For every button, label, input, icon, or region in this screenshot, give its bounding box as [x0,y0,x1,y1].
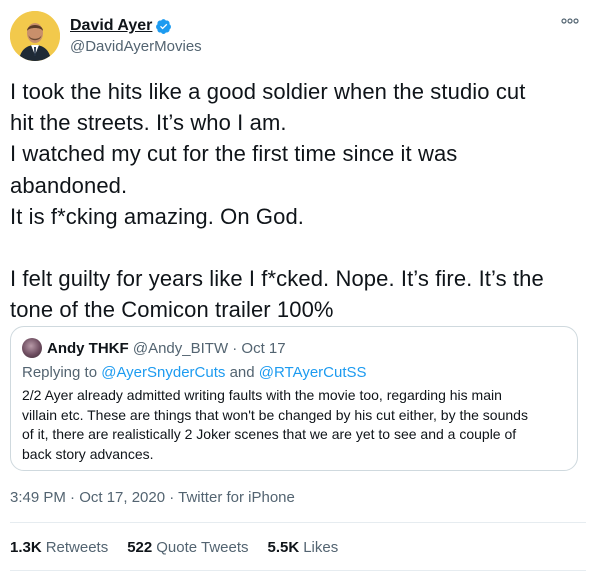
tweet-text-line: hit the streets. It’s who I am. [10,110,287,136]
quoted-text-line: 2/2 Ayer already admitted writing faults… [22,387,502,403]
replying-to-and: and [229,364,255,381]
quote-tweets-count: 522 [127,539,153,556]
tweet-card: David Ayer @DavidAyerMovies I took the h… [0,0,596,572]
replying-to-label: Replying to [22,364,98,381]
quoted-tweet-header: Andy THKF @Andy_BITW · Oct 17 [47,340,286,357]
quoted-author-handle-date: @Andy_BITW · Oct 17 [132,340,286,357]
likes-count: 5.5K [267,539,300,556]
author-name-row: David Ayer [70,16,172,36]
likes-label: Likes [303,539,339,556]
author-avatar[interactable] [10,11,60,61]
quote-tweets-label: Quote Tweets [156,539,249,556]
retweets-count: 1.3K [10,539,42,556]
likes-stat[interactable]: 5.5K Likes [268,539,339,556]
tweet-stats: 1.3K Retweets 522 Quote Tweets 5.5K Likes [10,539,357,556]
tweet-text-line: It is f*cking amazing. On God. [10,203,305,229]
replying-to-mention[interactable]: @AyerSnyderCuts [101,364,225,381]
quoted-text-line: villain etc. These are things that won't… [22,406,528,423]
quoted-author-avatar [22,338,42,358]
tweet-text-line: I watched my cut for the first time sinc… [10,141,458,167]
author-display-name[interactable]: David Ayer [70,17,152,35]
tweet-text-line: I felt guilty for years like I f*cked. N… [10,266,544,292]
author-handle[interactable]: @DavidAyerMovies [70,38,202,55]
quoted-tweet[interactable]: Andy THKF @Andy_BITW · Oct 17 Replying t… [10,326,578,471]
retweets-label: Retweets [45,539,109,556]
quoted-author-name: Andy THKF [47,340,129,357]
more-options-icon[interactable] [560,16,580,26]
tweet-text: I took the hits like a good soldier when… [10,76,588,326]
retweets-stat[interactable]: 1.3K Retweets [10,539,108,556]
quote-tweets-stat[interactable]: 522 Quote Tweets [127,539,248,556]
person-portrait-icon [10,11,60,61]
divider [10,570,586,571]
replying-to-mention[interactable]: @RTAyerCutSS [259,364,367,381]
tweet-text-line: I took the hits like a good soldier when… [10,79,526,104]
quoted-text-line: of it, there are realistically 2 Joker s… [22,426,517,443]
tweet-text-line: abandoned. [10,172,128,198]
quoted-replying-to: Replying to @AyerSnyderCuts and @RTAyerC… [22,364,367,381]
tweet-timestamp[interactable]: 3:49 PM · Oct 17, 2020 · Twitter for iPh… [10,489,295,506]
quoted-tweet-text: 2/2 Ayer already admitted writing faults… [22,386,570,464]
quoted-text-line: back story advances. [22,445,154,462]
tweet-text-line: tone of the Comicon trailer 100% [10,297,334,323]
verified-badge-icon [156,18,172,34]
divider [10,522,586,523]
